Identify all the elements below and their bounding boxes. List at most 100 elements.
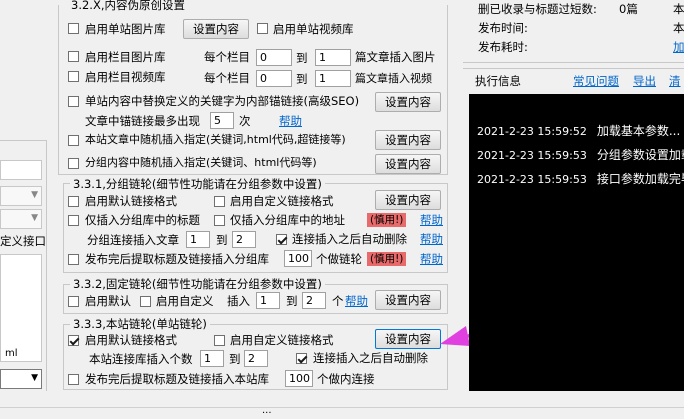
log-line: 2021-2-23 15:59:52 加载基本参数... — [477, 122, 680, 139]
sidebar-list[interactable]: ml — [0, 254, 42, 362]
img-from-input[interactable]: 0 — [256, 49, 292, 66]
random-insert-set-button[interactable]: 设置内容 — [375, 130, 441, 150]
single-video-lib-checkbox[interactable] — [257, 23, 268, 34]
group-random-insert-label: 分组内容中随机插入指定(关键词、html代码等) — [85, 156, 317, 169]
331-warn-badge-2: (慎用!) — [367, 252, 407, 266]
333-per-count-label: 本站连接库插入个数 — [89, 352, 193, 366]
sidebar-list-item-ml: ml — [5, 348, 18, 359]
group-random-set-button[interactable]: 设置内容 — [375, 154, 441, 174]
only-title-label: 仅插入分组库中的标题 — [85, 213, 200, 227]
sidebar-combo-1[interactable]: ▼ — [0, 186, 42, 206]
332-custom-checkbox[interactable] — [140, 296, 151, 307]
col-video-lib-label: 启用栏目视频库 — [85, 70, 166, 84]
331-warn-badge: (慎用!) — [367, 213, 407, 227]
331-to-label: 到 — [216, 233, 228, 247]
331-help-link-3[interactable]: 帮助 — [420, 252, 443, 266]
chevron-down-icon: ▼ — [31, 213, 38, 223]
stat-cut-2: 本 — [673, 21, 684, 35]
splitter-grip-icon[interactable]: ... — [262, 404, 272, 418]
331-count-input[interactable]: 100 — [284, 250, 312, 267]
only-url-label: 仅插入分组库中的地址 — [230, 213, 345, 227]
vid-from-input[interactable]: 0 — [256, 70, 292, 87]
right-panel: 删已收录与标题过短数: 0篇 本 发布时间: 本 发布耗时: 加 执行信息 常见… — [463, 0, 684, 395]
exec-info-header: 执行信息 常见问题 导出 清 — [463, 68, 684, 93]
log-console[interactable]: 2021-2-23 15:59:52 加载基本参数... 2021-2-23 15… — [469, 94, 684, 391]
img-to-input[interactable]: 1 — [315, 49, 351, 66]
332-unit-label: 个 — [332, 294, 344, 308]
333-default-link-checkbox[interactable] — [68, 335, 79, 346]
max-anchor-help-link[interactable]: 帮助 — [279, 114, 302, 128]
332-from-input[interactable]: 1 — [256, 292, 280, 309]
single-image-lib-label: 启用单站图片库 — [85, 22, 166, 36]
stat-cut-1: 本 — [673, 2, 684, 16]
333-from-input[interactable]: 1 — [200, 350, 224, 367]
group-32x-title: 3.2.X,内容伪原创设置 — [68, 0, 188, 12]
331-auto-delete-checkbox[interactable] — [276, 234, 287, 245]
332-to-label: 到 — [286, 294, 298, 308]
331-help-link-1[interactable]: 帮助 — [420, 213, 443, 227]
group-333-title: 3.3.3,本站链轮(单站链轮) — [70, 317, 210, 331]
332-default-checkbox[interactable] — [68, 296, 79, 307]
times-label: 次 — [239, 114, 251, 128]
stat-delete-value: 0篇 — [619, 2, 638, 16]
single-image-set-button[interactable]: 设置内容 — [183, 19, 249, 39]
replace-keywords-checkbox[interactable] — [68, 96, 79, 107]
single-image-lib-checkbox[interactable] — [68, 23, 79, 34]
331-to-input[interactable]: 2 — [232, 231, 256, 248]
faq-link[interactable]: 常见问题 — [573, 74, 619, 88]
331-default-link-checkbox[interactable] — [68, 196, 79, 207]
332-custom-label: 启用自定义 — [156, 294, 214, 308]
publish-extract-group-checkbox[interactable] — [68, 254, 79, 265]
col-image-lib-checkbox[interactable] — [68, 51, 79, 62]
vid-to-input[interactable]: 1 — [315, 70, 351, 87]
333-to-input[interactable]: 2 — [244, 350, 268, 367]
sidebar-combo-2[interactable]: ▼ — [0, 209, 42, 229]
replace-keywords-set-button[interactable]: 设置内容 — [375, 92, 441, 112]
sidebar-combo-3[interactable]: ▼ — [0, 369, 42, 389]
333-to-label: 到 — [229, 352, 241, 366]
per-article-label: 分组连接插入文章 — [87, 233, 179, 247]
random-insert-checkbox[interactable] — [68, 135, 79, 146]
331-help-link-2[interactable]: 帮助 — [420, 232, 443, 246]
col-image-lib-label: 启用栏目图片库 — [85, 50, 166, 64]
clear-link[interactable]: 清 — [669, 74, 681, 88]
chevron-down-icon: ▼ — [31, 373, 38, 383]
group-331-title: 3.3.1,分组链轮(细节性功能请在分组参数中设置) — [70, 177, 325, 191]
only-url-checkbox[interactable] — [214, 215, 225, 226]
publish-extract-site-checkbox[interactable] — [68, 374, 79, 385]
status-bar: ... — [0, 404, 684, 419]
log-msg: 分组参数设置加载 — [596, 148, 684, 162]
replace-keywords-label: 单站内容中替换定义的关键字为内部锚链接(高级SEO) — [85, 94, 360, 108]
333-count-input[interactable]: 100 — [285, 370, 313, 387]
333-custom-link-label: 启用自定义链接格式 — [230, 333, 334, 347]
only-title-checkbox[interactable] — [68, 215, 79, 226]
log-line: 2021-2-23 15:59:53 接口参数加载完毕 — [477, 170, 684, 187]
exec-info-label: 执行信息 — [475, 74, 521, 88]
331-default-link-label: 启用默认链接格式 — [85, 194, 177, 208]
article-insert-video-label: 篇文章插入视频 — [355, 72, 432, 85]
stat-cut-link[interactable]: 加 — [673, 40, 684, 54]
332-set-button[interactable]: 设置内容 — [375, 290, 441, 310]
332-to-input[interactable]: 2 — [302, 292, 326, 309]
331-from-input[interactable]: 1 — [186, 231, 210, 248]
333-default-link-label: 启用默认链接格式 — [85, 333, 177, 347]
stats-box: 删已收录与标题过短数: 0篇 本 发布时间: 本 发布耗时: 加 — [463, 0, 684, 63]
col-video-lib-checkbox[interactable] — [68, 71, 79, 82]
group-random-insert-checkbox[interactable] — [68, 158, 79, 169]
max-anchor-input[interactable]: 5 — [210, 112, 234, 129]
per-col-label-1: 每个栏目 — [204, 50, 250, 64]
log-msg: 加载基本参数... — [596, 124, 681, 138]
331-custom-link-label: 启用自定义链接格式 — [230, 194, 334, 208]
settings-column: 3.2.X,内容伪原创设置 启用单站图片库 设置内容 启用单站视频库 启用栏目图… — [58, 0, 453, 395]
stat-delete-label: 删已收录与标题过短数: — [478, 2, 597, 16]
333-custom-link-checkbox[interactable] — [214, 335, 225, 346]
332-help-link[interactable]: 帮助 — [345, 294, 368, 308]
331-custom-set-button[interactable]: 设置内容 — [375, 190, 441, 210]
331-auto-delete-label: 连接插入之后自动删除 — [292, 232, 407, 246]
331-custom-link-checkbox[interactable] — [214, 196, 225, 207]
sidebar-field-1[interactable] — [0, 160, 42, 180]
333-auto-delete-label: 连接插入之后自动删除 — [313, 351, 428, 365]
export-link[interactable]: 导出 — [633, 74, 656, 88]
333-auto-delete-checkbox[interactable] — [296, 353, 307, 364]
group-332-title: 3.3.2,固定链轮(细节性功能请在分组参数中设置) — [70, 277, 325, 291]
